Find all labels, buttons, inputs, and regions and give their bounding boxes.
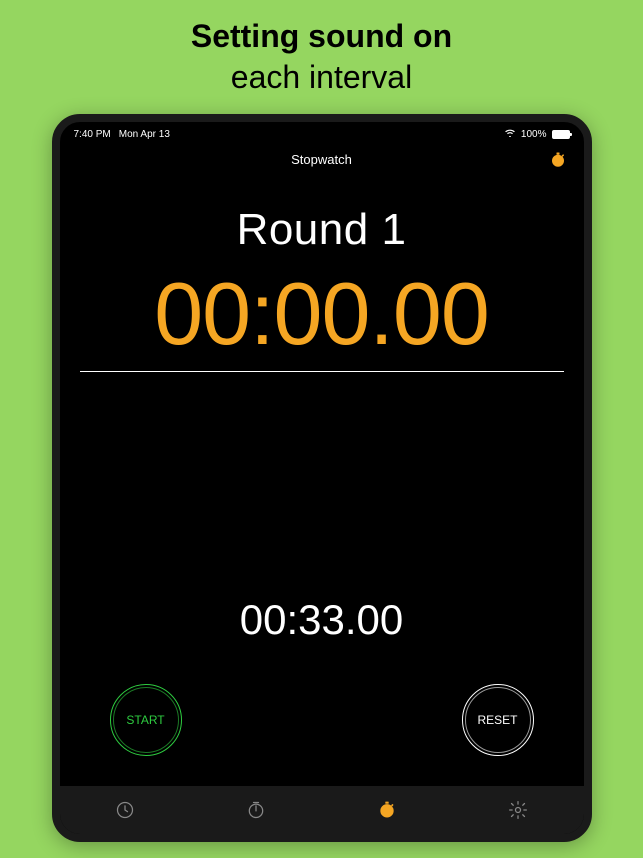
controls-row: START RESET: [80, 684, 564, 786]
app-header: Stopwatch: [60, 146, 584, 177]
promo-line-1: Setting sound on: [191, 18, 452, 55]
sub-timer: 00:33.00: [240, 596, 404, 644]
tablet-frame: 7:40 PM Mon Apr 13 100% Stopwatch Round …: [52, 114, 592, 842]
promo-line-2: each interval: [191, 59, 452, 96]
main-content: Round 1 00:00.00 00:33.00 START RESET: [60, 177, 584, 786]
tab-stopwatch[interactable]: [324, 786, 450, 834]
tab-timer[interactable]: [193, 786, 319, 834]
battery-percent: 100%: [521, 129, 547, 140]
start-button[interactable]: START: [110, 684, 182, 756]
stopwatch-icon[interactable]: [548, 150, 568, 170]
main-timer: 00:00.00: [154, 263, 489, 365]
tab-clock[interactable]: [62, 786, 188, 834]
divider: [80, 371, 564, 372]
tab-bar: [60, 786, 584, 834]
promo-text: Setting sound on each interval: [191, 18, 452, 96]
wifi-icon: [504, 128, 516, 140]
start-button-label: START: [126, 713, 164, 727]
status-bar: 7:40 PM Mon Apr 13 100%: [60, 122, 584, 146]
tab-settings[interactable]: [455, 786, 581, 834]
status-date: Mon Apr 13: [119, 129, 170, 140]
round-label: Round 1: [237, 205, 407, 255]
reset-button[interactable]: RESET: [462, 684, 534, 756]
battery-icon: [552, 130, 570, 139]
page-title: Stopwatch: [291, 152, 352, 167]
status-time: 7:40 PM: [74, 129, 111, 140]
reset-button-label: RESET: [477, 713, 517, 727]
